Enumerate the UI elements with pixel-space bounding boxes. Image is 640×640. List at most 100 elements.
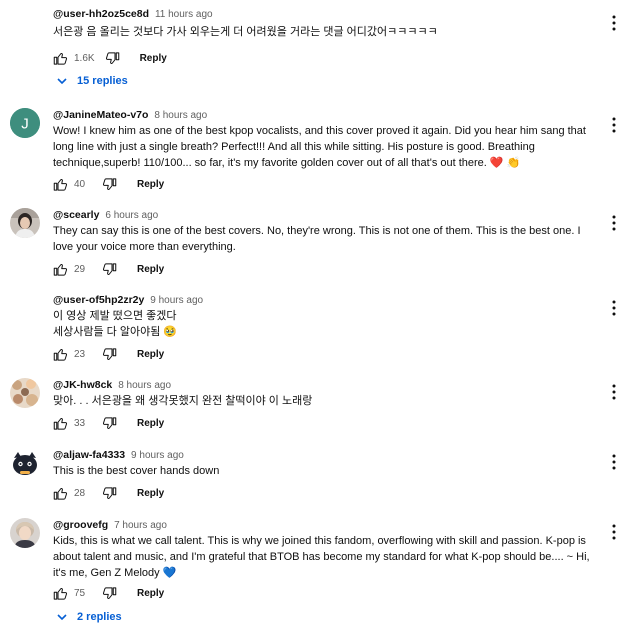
- comment-header: @JanineMateo-v7o 8 hours ago: [53, 109, 207, 121]
- comment-header: @JK-hw8ck 8 hours ago: [53, 379, 171, 391]
- comment-time[interactable]: 11 hours ago: [155, 9, 213, 20]
- reply-button[interactable]: Reply: [140, 53, 167, 64]
- reply-button[interactable]: Reply: [137, 179, 164, 190]
- like-count: 28: [74, 487, 86, 499]
- comment-time[interactable]: 8 hours ago: [118, 380, 171, 391]
- comment-author[interactable]: @JK-hw8ck: [53, 379, 112, 391]
- view-replies-button[interactable]: 15 replies: [57, 75, 128, 87]
- like-button[interactable]: [53, 51, 68, 66]
- reply-button[interactable]: Reply: [137, 264, 164, 275]
- like-button[interactable]: [53, 586, 68, 601]
- dislike-button[interactable]: [102, 486, 117, 501]
- thumbs-up-icon: [53, 178, 68, 191]
- comment-header: @aljaw-fa4333 9 hours ago: [53, 449, 184, 461]
- thumbs-down-icon: [102, 177, 117, 190]
- avatar[interactable]: [10, 518, 40, 548]
- comment-author[interactable]: @user-of5hp2zr2y: [53, 294, 144, 306]
- comment-header: @scearly 6 hours ago: [53, 209, 158, 221]
- like-button[interactable]: [53, 262, 68, 277]
- comment-menu-button[interactable]: [611, 524, 617, 540]
- dislike-button[interactable]: [105, 51, 120, 66]
- like-button[interactable]: [53, 177, 68, 192]
- like-count: 1.6K: [74, 52, 95, 64]
- like-count: 33: [74, 417, 86, 429]
- dislike-button[interactable]: [102, 347, 117, 362]
- comment-actions: 23 Reply: [53, 346, 164, 362]
- comment-menu-button[interactable]: [611, 454, 617, 470]
- comment-time[interactable]: 9 hours ago: [150, 295, 203, 306]
- collage-photo-icon: [10, 378, 40, 408]
- comment-author[interactable]: @user-hh2oz5ce8d: [53, 8, 149, 20]
- comment-author[interactable]: @aljaw-fa4333: [53, 449, 125, 461]
- comment-time[interactable]: 7 hours ago: [114, 520, 167, 531]
- comment-text: 서은광 음 올리는 것보다 가사 외우는게 더 어려웠을 거라는 댓글 어디갔어…: [53, 26, 438, 38]
- reply-button[interactable]: Reply: [137, 349, 164, 360]
- reply-button[interactable]: Reply: [137, 488, 164, 499]
- more-vertical-icon: [612, 117, 616, 133]
- more-vertical-icon: [612, 215, 616, 231]
- comment-author[interactable]: @scearly: [53, 209, 99, 221]
- replies-count-label: 2 replies: [77, 611, 122, 623]
- comment-text: 이 영상 제발 떴으면 좋겠다 세상사람들 다 알아야됨 🥹: [53, 310, 178, 338]
- comment-actions: 75 Reply: [53, 585, 164, 601]
- dislike-button[interactable]: [102, 416, 117, 431]
- dislike-button[interactable]: [102, 177, 117, 192]
- more-vertical-icon: [612, 15, 616, 31]
- more-vertical-icon: [612, 300, 616, 316]
- comment-author[interactable]: @JanineMateo-v7o: [53, 109, 148, 121]
- like-button[interactable]: [53, 416, 68, 431]
- comment-menu-button[interactable]: [611, 384, 617, 400]
- thumbs-down-icon: [102, 416, 117, 429]
- user-photo-icon: [10, 518, 40, 548]
- thumbs-down-icon: [102, 347, 117, 360]
- thumbs-up-icon: [53, 348, 68, 361]
- comment-actions: 28 Reply: [53, 485, 164, 501]
- comment-actions: 29 Reply: [53, 261, 164, 277]
- comment-time[interactable]: 9 hours ago: [131, 450, 184, 461]
- like-button[interactable]: [53, 486, 68, 501]
- thumbs-down-icon: [102, 262, 117, 275]
- comment-text: Kids, this is what we call talent. This …: [53, 535, 590, 579]
- reply-button[interactable]: Reply: [137, 588, 164, 599]
- avatar[interactable]: J: [10, 108, 40, 138]
- comment-menu-button[interactable]: [611, 15, 617, 31]
- avatar-letter: J: [21, 116, 29, 133]
- replies-count-label: 15 replies: [77, 75, 128, 87]
- comment-header: @groovefg 7 hours ago: [53, 519, 167, 531]
- comment-menu-button[interactable]: [611, 300, 617, 316]
- more-vertical-icon: [612, 384, 616, 400]
- comment-time[interactable]: 8 hours ago: [154, 110, 207, 121]
- comment-menu-button[interactable]: [611, 117, 617, 133]
- dislike-button[interactable]: [102, 586, 117, 601]
- chevron-down-icon: [57, 613, 67, 620]
- comment-actions: 33 Reply: [53, 415, 164, 431]
- thumbs-down-icon: [102, 586, 117, 599]
- user-photo-icon: [10, 208, 40, 238]
- thumbs-up-icon: [53, 52, 68, 65]
- avatar[interactable]: [10, 378, 40, 408]
- thumbs-up-icon: [53, 417, 68, 430]
- like-count: 29: [74, 263, 86, 275]
- avatar[interactable]: [10, 208, 40, 238]
- like-button[interactable]: [53, 347, 68, 362]
- comment-time[interactable]: 6 hours ago: [105, 210, 158, 221]
- like-count: 23: [74, 348, 86, 360]
- comment-actions: 40 Reply: [53, 176, 164, 192]
- comment-author[interactable]: @groovefg: [53, 519, 108, 531]
- comment-text: Wow! I knew him as one of the best kpop …: [53, 125, 586, 169]
- avatar[interactable]: [10, 448, 40, 478]
- comment-text: This is the best cover hands down: [53, 465, 220, 477]
- thumbs-up-icon: [53, 263, 68, 276]
- comment-menu-button[interactable]: [611, 215, 617, 231]
- thumbs-down-icon: [105, 51, 119, 64]
- reply-button[interactable]: Reply: [137, 418, 164, 429]
- comment-actions: 1.6K Reply: [53, 50, 167, 66]
- view-replies-button[interactable]: 2 replies: [57, 611, 122, 623]
- comment-text: They can say this is one of the best cov…: [53, 225, 581, 253]
- thumbs-up-icon: [53, 487, 68, 500]
- comment-text: 맞아. . . 서은광을 왜 생각못했지 완전 찰떡이야 이 노래랑: [53, 395, 313, 407]
- cartoon-avatar-icon: [10, 448, 40, 478]
- thumbs-up-icon: [53, 587, 68, 600]
- dislike-button[interactable]: [102, 262, 117, 277]
- like-count: 40: [74, 178, 86, 190]
